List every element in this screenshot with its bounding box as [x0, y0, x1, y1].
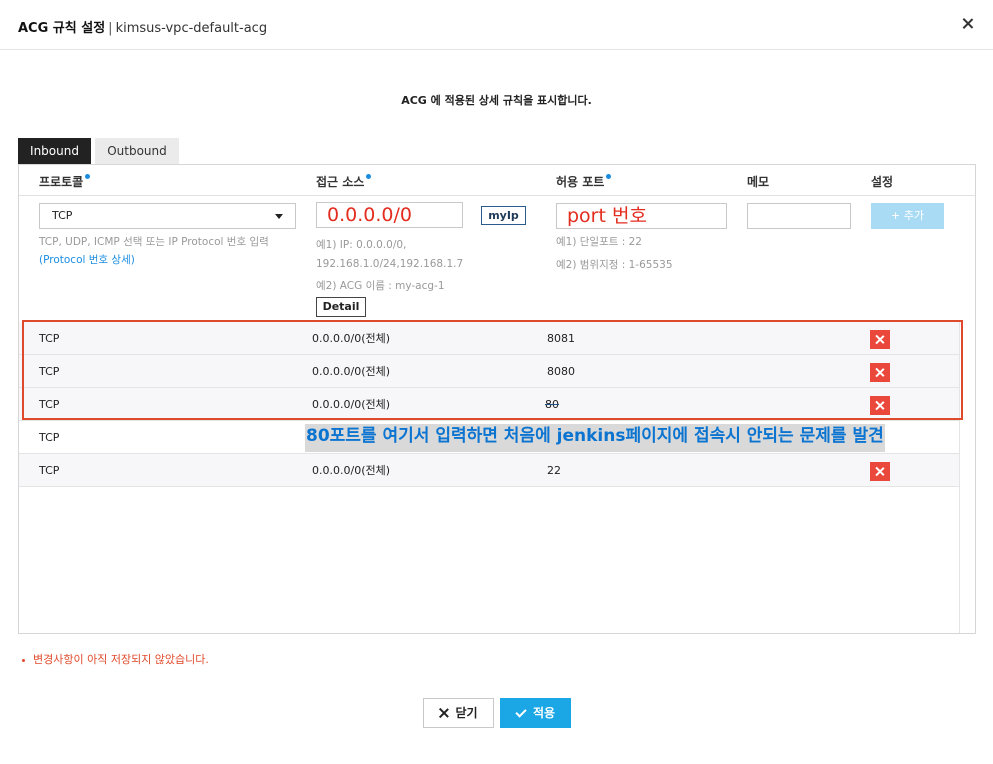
- source-input[interactable]: 0.0.0.0/0: [316, 202, 463, 228]
- source-hint-3: 예2) ACG 이름 : my-acg-1: [316, 280, 445, 292]
- check-icon: [515, 706, 527, 718]
- protocol-detail-link[interactable]: Protocol 번호 상세: [43, 254, 131, 266]
- rule-tabs: Inbound Outbound: [18, 138, 179, 164]
- protocol-link-line: (Protocol 번호 상세): [39, 251, 135, 269]
- tab-outbound[interactable]: Outbound: [95, 138, 179, 164]
- protocol-select-value: TCP: [52, 209, 73, 222]
- column-protocol: 프로토콜: [39, 173, 91, 190]
- protocol-select[interactable]: TCP: [39, 203, 296, 229]
- unsaved-notice-text: 변경사항이 아직 저장되지 않았습니다.: [33, 653, 209, 666]
- source-hint-1: 예1) IP: 0.0.0.0/0,: [316, 239, 407, 251]
- column-settings: 설정: [871, 175, 894, 189]
- apply-button-label: 적용: [532, 706, 556, 720]
- unsaved-notice: 변경사항이 아직 저장되지 않았습니다.: [22, 651, 209, 667]
- required-dot-icon: [606, 174, 612, 179]
- port-hint-2: 예2) 범위지정 : 1-65535: [556, 259, 673, 271]
- title-separator: |: [108, 21, 113, 36]
- rule-source: 0.0.0.0/0(전체): [312, 464, 391, 477]
- column-memo: 메모: [747, 175, 770, 189]
- rule-protocol: TCP: [39, 431, 60, 444]
- delete-rule-icon[interactable]: [870, 462, 890, 481]
- dialog-header: ACG 규칙 설정 | kimsus-vpc-default-acg: [0, 0, 993, 50]
- add-rule-button[interactable]: + 추가: [871, 203, 944, 229]
- column-source: 접근 소스: [316, 173, 372, 190]
- required-dot-icon: [366, 174, 372, 179]
- detail-button[interactable]: Detail: [316, 297, 366, 317]
- apply-button[interactable]: 적용: [500, 698, 571, 728]
- source-input-value: 0.0.0.0/0: [327, 204, 412, 226]
- table-row: TCP 0.0.0.0/0(전체) 22: [19, 454, 959, 487]
- bullet-icon: [22, 658, 25, 662]
- acg-name: kimsus-vpc-default-acg: [115, 21, 268, 36]
- memo-input[interactable]: [747, 203, 851, 229]
- source-hint-2: 192.168.1.0/24,192.168.1.7: [316, 258, 464, 270]
- link-close-paren: ): [130, 254, 135, 266]
- close-button-label: 닫기: [455, 706, 478, 720]
- protocol-hint: TCP, UDP, ICMP 선택 또는 IP Protocol 번호 입력: [39, 236, 269, 248]
- rule-protocol: TCP: [39, 464, 60, 477]
- myip-button[interactable]: myIp: [481, 206, 526, 225]
- dialog-title-main: ACG 규칙 설정: [18, 21, 106, 36]
- annotation-text: 80포트를 여기서 입력하면 처음에 jenkins페이지에 접속시 안되는 문…: [305, 424, 885, 452]
- close-icon[interactable]: [957, 13, 979, 35]
- port-input-value: port 번호: [567, 205, 647, 227]
- column-port: 허용 포트: [556, 173, 612, 190]
- close-button[interactable]: 닫기: [423, 698, 494, 728]
- chevron-down-icon: [275, 214, 283, 219]
- port-hint-1: 예1) 단일포트 : 22: [556, 236, 642, 248]
- port-input[interactable]: port 번호: [556, 203, 727, 229]
- acg-description: ACG 에 적용된 상세 규칙을 표시합니다.: [401, 94, 592, 107]
- close-icon: [439, 708, 449, 718]
- tab-inbound[interactable]: Inbound: [18, 138, 91, 164]
- dialog-title: ACG 규칙 설정 | kimsus-vpc-default-acg: [18, 17, 267, 36]
- rule-port: 22: [547, 464, 561, 477]
- annotation-highlight-box: [22, 320, 963, 420]
- header-divider: [19, 195, 975, 196]
- required-dot-icon: [85, 174, 91, 179]
